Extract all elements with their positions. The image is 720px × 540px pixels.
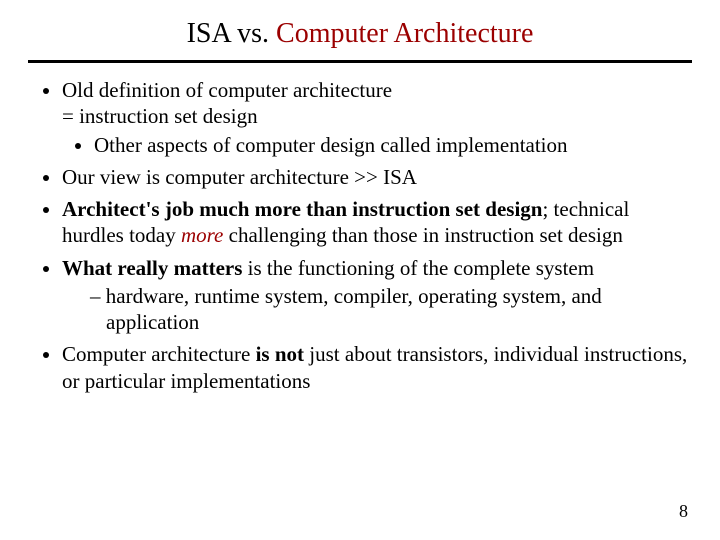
bullet-4-rest: is the functioning of the complete syste… — [242, 256, 594, 280]
slide: ISA vs. Computer Architecture Old defini… — [0, 0, 720, 540]
bullet-5-pre: Computer architecture — [62, 342, 256, 366]
bullet-4-dashlist: hardware, runtime system, compiler, oper… — [62, 283, 692, 336]
slide-title: ISA vs. Computer Architecture — [28, 18, 692, 50]
title-accent: Computer Architecture — [276, 18, 533, 49]
bullet-2: Our view is computer architecture >> ISA — [62, 164, 692, 190]
bullet-1-sub1: Other aspects of computer design called … — [94, 132, 692, 158]
bullet-list: Old definition of computer architecture … — [28, 77, 692, 394]
page-number: 8 — [679, 501, 688, 522]
bullet-5: Computer architecture is not just about … — [62, 341, 692, 394]
bullet-3: Architect's job much more than instructi… — [62, 196, 692, 249]
bullet-1-line1: Old definition of computer architecture — [62, 78, 392, 102]
bullet-4-bold: What really matters — [62, 256, 242, 280]
bullet-3-bold: Architect's job much more than instructi… — [62, 197, 542, 221]
bullet-1: Old definition of computer architecture … — [62, 77, 692, 158]
bullet-4: What really matters is the functioning o… — [62, 255, 692, 336]
bullet-5-bold: is not — [256, 342, 304, 366]
bullet-1-line2: = instruction set design — [62, 104, 258, 128]
bullet-1-sublist: Other aspects of computer design called … — [62, 132, 692, 158]
bullet-3-more: more — [181, 223, 223, 247]
title-pre: ISA vs. — [187, 18, 276, 49]
title-rule — [28, 60, 692, 63]
bullet-4-dash1: hardware, runtime system, compiler, oper… — [90, 283, 692, 336]
bullet-3-rest: challenging than those in instruction se… — [223, 223, 623, 247]
